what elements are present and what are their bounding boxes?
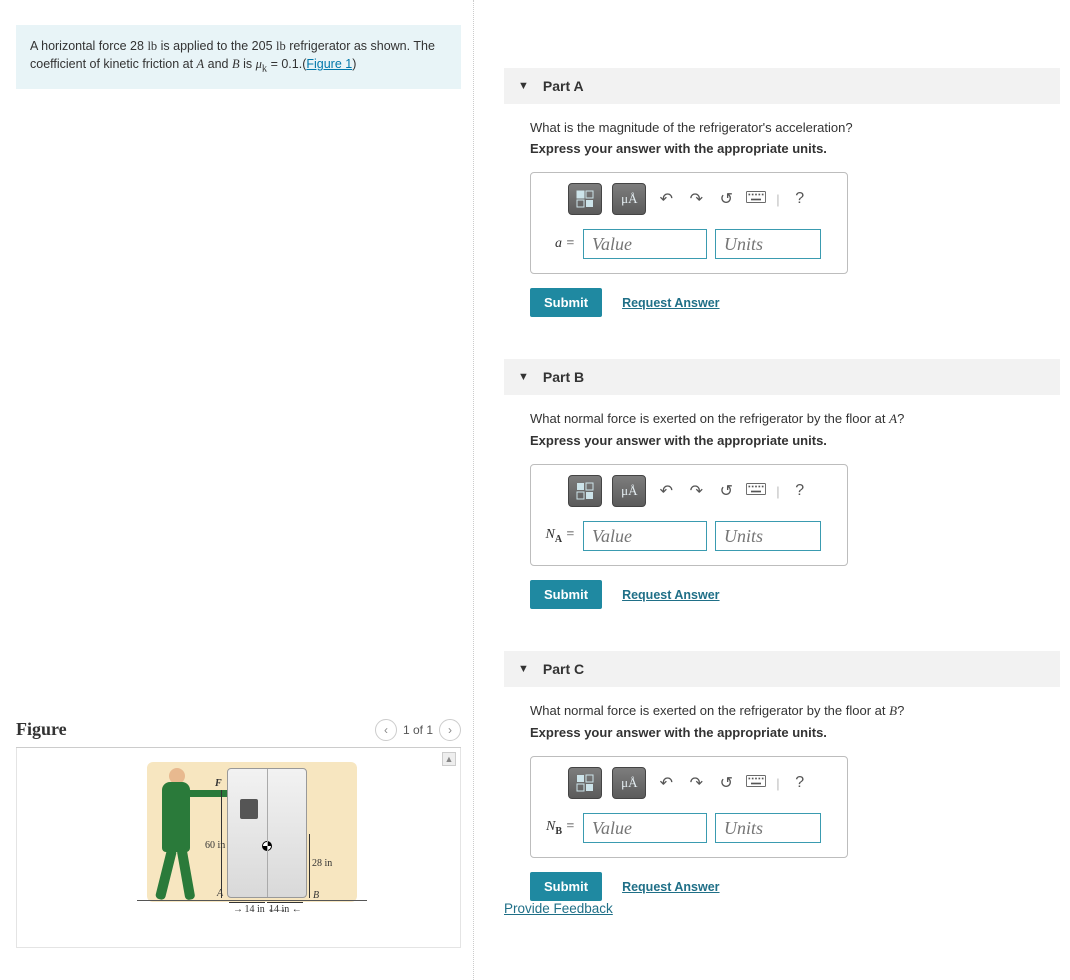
help-icon[interactable]: ? (790, 190, 810, 208)
figure-link[interactable]: Figure 1 (306, 57, 352, 71)
part-c-var-label: NB = (545, 819, 575, 837)
undo-icon[interactable]: ↶ (656, 773, 676, 793)
part-c-units-input[interactable] (715, 813, 821, 843)
figure-label-F: F (215, 778, 222, 789)
keyboard-icon[interactable] (746, 482, 766, 501)
figure-prev-button[interactable]: ‹ (375, 719, 397, 741)
part-b-request-answer-link[interactable]: Request Answer (622, 588, 719, 602)
part-a-answer-area: μÅ ↶ ↷ ↺ | ? a = (530, 172, 848, 274)
figure-pager-text: 1 of 1 (403, 723, 433, 737)
redo-icon[interactable]: ↷ (686, 189, 706, 209)
part-b-units-input[interactable] (715, 521, 821, 551)
figure-next-button[interactable]: › (439, 719, 461, 741)
part-a-value-input[interactable] (583, 229, 707, 259)
part-a-request-answer-link[interactable]: Request Answer (622, 296, 719, 310)
part-a-var-label: a = (545, 236, 575, 252)
provide-feedback-link[interactable]: Provide Feedback (504, 901, 613, 916)
part-a-question: What is the magnitude of the refrigerato… (530, 120, 1060, 135)
keyboard-icon[interactable] (746, 774, 766, 793)
part-b-answer-area: μÅ ↶ ↷ ↺ | ? NA = (530, 464, 848, 566)
figure-label-A: A (217, 888, 223, 899)
part-c-instruction: Express your answer with the appropriate… (530, 725, 1060, 740)
part-c-submit-button[interactable]: Submit (530, 872, 602, 901)
undo-icon[interactable]: ↶ (656, 189, 676, 209)
figure-canvas: ▲ F 60 in 28 in A B (16, 748, 461, 948)
chevron-down-icon: ▼ (518, 371, 529, 383)
part-b-header[interactable]: ▼ Part B (504, 359, 1060, 395)
redo-icon[interactable]: ↷ (686, 481, 706, 501)
part-c-title: Part C (543, 661, 584, 677)
units-symbol-icon[interactable]: μÅ (612, 183, 646, 215)
part-b-question: What normal force is exerted on the refr… (530, 411, 1060, 427)
part-c-header[interactable]: ▼ Part C (504, 651, 1060, 687)
part-b-var-label: NA = (545, 527, 575, 545)
units-symbol-icon[interactable]: μÅ (612, 475, 646, 507)
templates-icon[interactable] (568, 183, 602, 215)
figure-title: Figure (16, 719, 67, 740)
figure-label-B: B (313, 890, 319, 901)
figure-label-28in: 28 in (312, 858, 332, 869)
scroll-up-icon[interactable]: ▲ (442, 752, 456, 766)
reset-icon[interactable]: ↺ (716, 773, 736, 793)
part-a-submit-button[interactable]: Submit (530, 288, 602, 317)
part-c-answer-area: μÅ ↶ ↷ ↺ | ? NB = (530, 756, 848, 858)
help-icon[interactable]: ? (790, 482, 810, 500)
reset-icon[interactable]: ↺ (716, 481, 736, 501)
redo-icon[interactable]: ↷ (686, 773, 706, 793)
templates-icon[interactable] (568, 475, 602, 507)
keyboard-icon[interactable] (746, 190, 766, 209)
help-icon[interactable]: ? (790, 774, 810, 792)
part-c-request-answer-link[interactable]: Request Answer (622, 880, 719, 894)
reset-icon[interactable]: ↺ (716, 189, 736, 209)
part-b-instruction: Express your answer with the appropriate… (530, 433, 1060, 448)
part-a-units-input[interactable] (715, 229, 821, 259)
units-symbol-icon[interactable]: μÅ (612, 767, 646, 799)
part-a-instruction: Express your answer with the appropriate… (530, 141, 1060, 156)
figure-label-60in: 60 in (205, 840, 225, 851)
figure-label-14in-right: 14 in ← (269, 904, 301, 915)
problem-statement: A horizontal force 28 lb is applied to t… (16, 25, 461, 89)
part-b-submit-button[interactable]: Submit (530, 580, 602, 609)
part-b-value-input[interactable] (583, 521, 707, 551)
templates-icon[interactable] (568, 767, 602, 799)
part-a-title: Part A (543, 78, 584, 94)
part-a-header[interactable]: ▼ Part A (504, 68, 1060, 104)
part-c-value-input[interactable] (583, 813, 707, 843)
chevron-down-icon: ▼ (518, 663, 529, 675)
part-b-title: Part B (543, 369, 584, 385)
undo-icon[interactable]: ↶ (656, 481, 676, 501)
chevron-down-icon: ▼ (518, 80, 529, 92)
part-c-question: What normal force is exerted on the refr… (530, 703, 1060, 719)
